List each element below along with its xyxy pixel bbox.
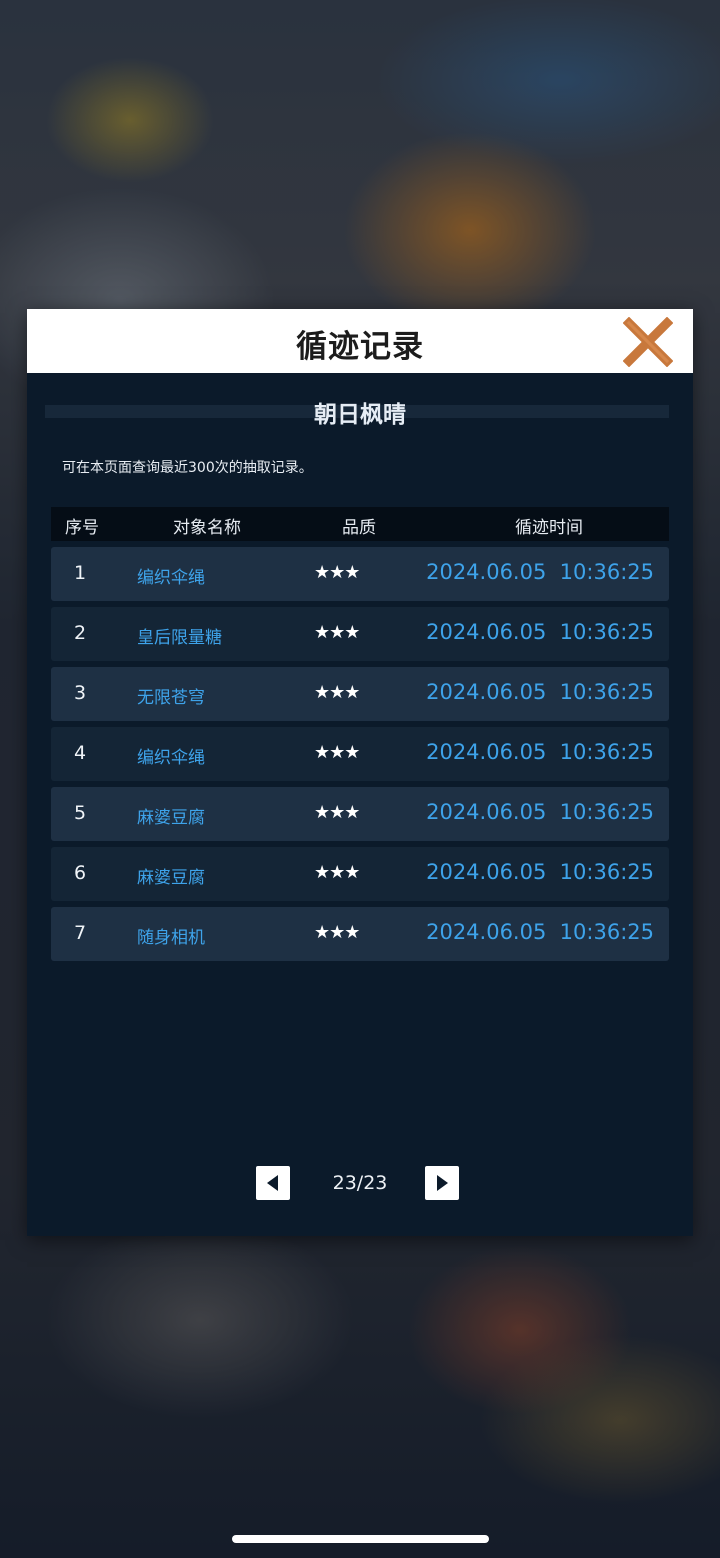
header-name: 对象名称 [173, 518, 241, 538]
notice-text: 可在本页面查询最近300次的抽取记录。 [62, 460, 313, 476]
row-item-name[interactable]: 随身相机 [137, 923, 205, 948]
header-time: 循迹时间 [515, 518, 583, 538]
row-index: 5 [73, 802, 87, 824]
row-time: 2024.06.05 10:36:25 [426, 920, 654, 944]
row-index: 7 [73, 922, 87, 944]
header-index: 序号 [65, 518, 99, 538]
home-indicator[interactable] [232, 1535, 489, 1543]
table-header: 序号 对象名称 品质 循迹时间 [51, 507, 669, 541]
table-row[interactable]: 2 皇后限量糖 ★★★ 2024.06.05 10:36:25 [51, 607, 669, 661]
pagination: 23/23 [27, 1166, 693, 1200]
row-quality-stars: ★★★ [314, 922, 360, 943]
header-quality: 品质 [342, 518, 376, 538]
close-button[interactable] [623, 317, 673, 367]
row-index: 6 [73, 862, 87, 884]
table-row[interactable]: 5 麻婆豆腐 ★★★ 2024.06.05 10:36:25 [51, 787, 669, 841]
row-time: 2024.06.05 10:36:25 [426, 860, 654, 884]
table-row[interactable]: 1 编织伞绳 ★★★ 2024.06.05 10:36:25 [51, 547, 669, 601]
row-quality-stars: ★★★ [314, 682, 360, 703]
dialog-title: 循迹记录 [296, 329, 424, 365]
row-quality-stars: ★★★ [314, 802, 360, 823]
row-time: 2024.06.05 10:36:25 [426, 680, 654, 704]
row-item-name[interactable]: 麻婆豆腐 [137, 863, 205, 888]
dialog-header: 循迹记录 [27, 309, 693, 373]
row-quality-stars: ★★★ [314, 622, 360, 643]
row-index: 2 [73, 622, 87, 644]
row-quality-stars: ★★★ [314, 742, 360, 763]
table-row[interactable]: 3 无限苍穹 ★★★ 2024.06.05 10:36:25 [51, 667, 669, 721]
row-quality-stars: ★★★ [314, 562, 360, 583]
triangle-right-icon [437, 1175, 448, 1191]
close-x-icon [623, 317, 673, 367]
triangle-left-icon [267, 1175, 278, 1191]
record-dialog: 循迹记录 朝日枫晴 可在本页面查询最近300次的抽取记录。 序号 对象名称 品质… [27, 309, 693, 1236]
page-indicator: 23/23 [332, 1172, 388, 1194]
row-quality-stars: ★★★ [314, 862, 360, 883]
character-name: 朝日枫晴 [314, 402, 406, 428]
row-item-name[interactable]: 皇后限量糖 [137, 623, 222, 648]
row-item-name[interactable]: 无限苍穹 [137, 683, 205, 708]
row-index: 4 [73, 742, 87, 764]
row-time: 2024.06.05 10:36:25 [426, 800, 654, 824]
row-item-name[interactable]: 编织伞绳 [137, 563, 205, 588]
row-index: 1 [73, 562, 87, 584]
table-row[interactable]: 6 麻婆豆腐 ★★★ 2024.06.05 10:36:25 [51, 847, 669, 901]
record-list: 1 编织伞绳 ★★★ 2024.06.05 10:36:25 2 皇后限量糖 ★… [51, 547, 669, 967]
table-row[interactable]: 4 编织伞绳 ★★★ 2024.06.05 10:36:25 [51, 727, 669, 781]
row-item-name[interactable]: 编织伞绳 [137, 743, 205, 768]
row-item-name[interactable]: 麻婆豆腐 [137, 803, 205, 828]
table-row[interactable]: 7 随身相机 ★★★ 2024.06.05 10:36:25 [51, 907, 669, 961]
row-time: 2024.06.05 10:36:25 [426, 740, 654, 764]
next-page-button[interactable] [425, 1166, 459, 1200]
row-index: 3 [73, 682, 87, 704]
previous-page-button[interactable] [256, 1166, 290, 1200]
row-time: 2024.06.05 10:36:25 [426, 620, 654, 644]
row-time: 2024.06.05 10:36:25 [426, 560, 654, 584]
